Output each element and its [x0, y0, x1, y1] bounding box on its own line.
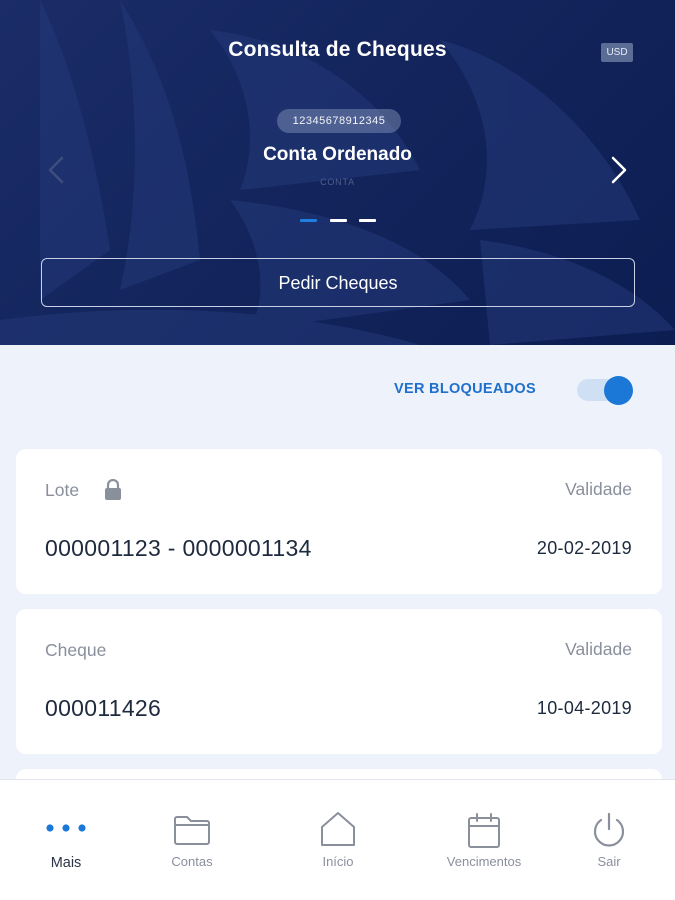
validity-label: Validade: [565, 479, 632, 499]
show-blocked-label: VER BLOQUEADOS: [394, 381, 536, 397]
more-dots-icon: [46, 824, 86, 832]
previous-account-button[interactable]: [42, 150, 72, 190]
carousel-dot[interactable]: [330, 219, 347, 222]
carousel-indicator: [300, 219, 380, 225]
validity-date: 20-02-2019: [536, 538, 632, 558]
account-header: Consulta de Cheques USD 12345678912345 C…: [0, 0, 675, 345]
tab-logout[interactable]: Sair: [569, 780, 649, 900]
carousel-dot[interactable]: [300, 219, 317, 222]
tab-more[interactable]: Mais: [16, 780, 116, 900]
tab-label: Sair: [597, 854, 621, 869]
tab-due-dates[interactable]: Vencimentos: [424, 780, 544, 900]
cheque-card[interactable]: Cheque Validade 000011426 10-04-2019: [16, 609, 662, 754]
cheque-batch-card[interactable]: Lote Validade 000001123 - 0000001134 20-…: [16, 449, 662, 594]
tab-label: Mais: [50, 855, 82, 871]
next-account-button[interactable]: [603, 150, 633, 190]
lock-icon: [105, 479, 121, 500]
account-number-badge: 12345678912345: [277, 109, 401, 133]
currency-badge[interactable]: USD: [601, 43, 633, 62]
page-title: Consulta de Cheques: [228, 38, 447, 61]
account-type: CONTA: [320, 177, 355, 187]
tab-home[interactable]: Início: [288, 780, 388, 900]
folder-icon: [174, 816, 210, 845]
account-name: Conta Ordenado: [263, 144, 412, 165]
show-blocked-toggle[interactable]: [577, 376, 635, 405]
card-label: Lote: [45, 480, 80, 500]
home-icon: [321, 812, 355, 846]
carousel-dot[interactable]: [359, 219, 376, 222]
cheque-number: 000011426: [45, 695, 162, 721]
validity-label: Validade: [565, 639, 632, 659]
toggle-knob: [604, 376, 633, 405]
tab-accounts[interactable]: Contas: [142, 780, 242, 900]
order-cheques-button[interactable]: Pedir Cheques: [41, 258, 635, 307]
chevron-left-icon: [48, 156, 64, 184]
bottom-tab-bar: Mais Contas Início Vencimentos Sair: [0, 779, 675, 900]
power-icon: [593, 812, 625, 847]
calendar-icon: [468, 813, 500, 848]
tab-label: Início: [322, 854, 354, 869]
batch-range: 000001123 - 0000001134: [45, 535, 312, 561]
validity-date: 10-04-2019: [536, 698, 632, 718]
card-label: Cheque: [45, 640, 107, 660]
tab-label: Contas: [171, 854, 213, 869]
chevron-right-icon: [611, 156, 627, 184]
tab-label: Vencimentos: [446, 854, 522, 869]
